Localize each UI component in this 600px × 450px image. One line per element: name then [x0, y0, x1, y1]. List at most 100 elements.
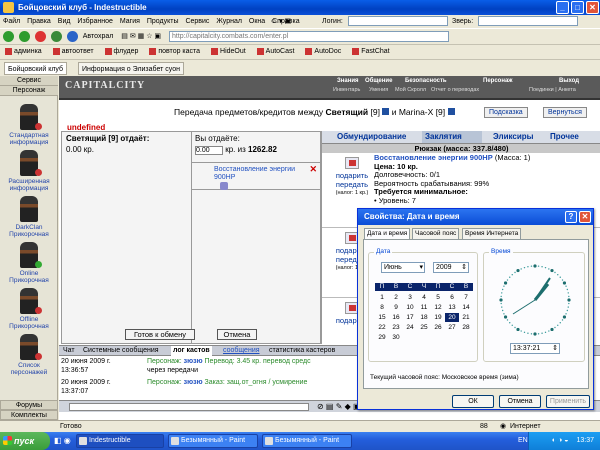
- game-menu-knowledge[interactable]: Знания: [337, 78, 359, 84]
- game-submenu-transfers[interactable]: Отчет о переводах: [431, 87, 479, 93]
- calendar-day[interactable]: 23: [389, 323, 403, 332]
- chat-tab-system[interactable]: Системные сообщения: [81, 346, 161, 356]
- game-menu-security[interactable]: Безопасность: [405, 78, 447, 84]
- sidebar-forums[interactable]: Форумы: [0, 400, 58, 410]
- calendar-day[interactable]: 11: [417, 303, 431, 312]
- tab-other[interactable]: Прочее: [547, 131, 582, 143]
- link-hideout[interactable]: HideOut: [209, 45, 248, 59]
- calendar-day[interactable]: 16: [389, 313, 403, 322]
- calendar-day[interactable]: 25: [417, 323, 431, 332]
- hint-button[interactable]: Подсказка: [484, 107, 528, 118]
- dialog-help-button[interactable]: ?: [565, 211, 577, 223]
- calendar-day[interactable]: 5: [431, 293, 445, 302]
- gift-item-1[interactable]: подарить передать (налог: 1 кр.): [332, 157, 372, 198]
- menu-view[interactable]: Вид: [58, 18, 71, 25]
- calendar-day[interactable]: 1: [375, 293, 389, 302]
- dialog-tab-timezone[interactable]: Часовой пояс: [412, 228, 460, 239]
- address-input[interactable]: http://capitalcity.combats.com/enter.pl: [168, 30, 449, 42]
- tab-equipment[interactable]: Обмундирование: [334, 131, 409, 143]
- calendar-day[interactable]: 13: [445, 303, 459, 312]
- menu-edit[interactable]: Правка: [27, 18, 51, 25]
- tab-spells[interactable]: Заклятия: [422, 131, 482, 143]
- chat-tool-icons[interactable]: ⊘ ▤ ✎ ◆ ▣: [317, 402, 361, 411]
- browser-tab-info[interactable]: Информация о Элизабет суон: [78, 62, 184, 75]
- calendar-day[interactable]: 21: [459, 313, 473, 322]
- task-paint-1[interactable]: Безымянный - Paint: [168, 434, 258, 448]
- calendar-day[interactable]: 26: [431, 323, 445, 332]
- sidebar-item-list[interactable]: Список персонажей: [0, 334, 58, 376]
- language-indicator[interactable]: EN: [518, 432, 528, 450]
- chat-nick[interactable]: зюзю: [184, 358, 203, 365]
- calendar-day[interactable]: 4: [417, 293, 431, 302]
- info-icon[interactable]: [447, 108, 455, 115]
- menu-favorites[interactable]: Избранное: [77, 18, 112, 25]
- chat-tab-stats[interactable]: статистика кастеров: [267, 346, 337, 356]
- chat-tab-chat[interactable]: Чат: [61, 346, 77, 356]
- refresh-icon[interactable]: [50, 30, 62, 42]
- chat-tab-messages[interactable]: сообщения: [221, 346, 262, 356]
- link-fastchat[interactable]: FastChat: [350, 45, 391, 59]
- menu-magic[interactable]: Магия: [120, 18, 140, 25]
- chat-input[interactable]: [69, 403, 309, 411]
- time-spinner[interactable]: 13:37:21 ⇕: [510, 343, 560, 354]
- month-select[interactable]: Июнь ▾: [381, 262, 425, 273]
- sidebar-item-online[interactable]: Online Прикорочная: [0, 242, 58, 284]
- calendar-day[interactable]: 8: [375, 303, 389, 312]
- stop-icon[interactable]: [34, 30, 46, 42]
- sidebar-kits[interactable]: Комплекты: [0, 410, 58, 420]
- minimize-button[interactable]: _: [556, 1, 569, 14]
- game-menu-exit[interactable]: Выход: [559, 78, 579, 84]
- calendar-day[interactable]: 3: [403, 293, 417, 302]
- calendar-day[interactable]: 20: [445, 313, 459, 322]
- link-autocast[interactable]: AutoCast: [255, 45, 297, 59]
- year-spinner[interactable]: 2009 ⇕: [433, 262, 469, 273]
- link-autodoc[interactable]: AutoDoc: [303, 45, 343, 59]
- close-button[interactable]: ✕: [586, 1, 599, 14]
- calendar-day[interactable]: 24: [403, 323, 417, 332]
- remove-item-icon[interactable]: ✕: [309, 164, 317, 175]
- calendar-day[interactable]: 9: [389, 303, 403, 312]
- player1-name[interactable]: Светящий: [326, 107, 369, 117]
- link-flooder[interactable]: флудер: [103, 45, 141, 59]
- menu-journal[interactable]: Журнал: [216, 18, 242, 25]
- calendar-day[interactable]: 28: [459, 323, 473, 332]
- game-submenu-scroll[interactable]: Мой Скролл: [395, 87, 426, 93]
- credits-input[interactable]: 0.00: [195, 146, 223, 155]
- start-button[interactable]: пуск: [0, 432, 50, 450]
- menu-service[interactable]: Сервис: [185, 18, 209, 25]
- item-name[interactable]: Восстановление энергии 900HP: [374, 153, 493, 162]
- calendar-day[interactable]: 30: [389, 333, 403, 342]
- game-menu-communication[interactable]: Общение: [365, 78, 392, 84]
- player2-name[interactable]: Marina-X: [399, 107, 433, 117]
- cancel-trade-button[interactable]: Отмена: [217, 329, 257, 340]
- game-submenu-skills[interactable]: Умения: [369, 87, 388, 93]
- info-icon[interactable]: [382, 108, 390, 115]
- quicklaunch-icons[interactable]: ◧ ◉: [54, 436, 71, 445]
- link-repeat-cast[interactable]: повтор каста: [147, 45, 202, 59]
- chat-tab-castlog[interactable]: лог кастов: [171, 346, 212, 356]
- autohide-button[interactable]: Автохрал: [83, 33, 114, 40]
- dialog-cancel-button[interactable]: Отмена: [499, 395, 541, 408]
- browser-tab-club[interactable]: Бойцовский клуб: [4, 62, 68, 75]
- calendar-day[interactable]: 22: [375, 323, 389, 332]
- calendar-day[interactable]: 6: [445, 293, 459, 302]
- calendar-day[interactable]: 27: [445, 323, 459, 332]
- calendar-day[interactable]: 15: [375, 313, 389, 322]
- sidebar-header-person[interactable]: Персонаж: [0, 86, 58, 96]
- back-button[interactable]: Вернуться: [543, 107, 587, 118]
- calendar-day[interactable]: 7: [459, 293, 473, 302]
- calendar-day[interactable]: 18: [417, 313, 431, 322]
- sidebar-item-darkclan[interactable]: DarkClan Прикорочная: [0, 196, 58, 238]
- home-icon[interactable]: [66, 30, 78, 42]
- dialog-tab-internet[interactable]: Время Интернета: [462, 228, 522, 239]
- sidebar-item-extended[interactable]: Расширенная информация: [0, 150, 58, 192]
- menu-file[interactable]: Файл: [3, 18, 20, 25]
- sidebar-item-offline[interactable]: Offline Прикорочная: [0, 288, 58, 330]
- forward-icon[interactable]: [18, 30, 30, 42]
- chat-nick[interactable]: зюзю: [184, 379, 203, 386]
- back-icon[interactable]: [3, 30, 14, 42]
- game-submenu-inventory[interactable]: Инвентарь: [333, 87, 360, 93]
- login-input[interactable]: [348, 16, 448, 26]
- task-paint-2[interactable]: Безымянный - Paint: [262, 434, 352, 448]
- sidebar-item-standard[interactable]: Стандартная информация: [0, 104, 58, 146]
